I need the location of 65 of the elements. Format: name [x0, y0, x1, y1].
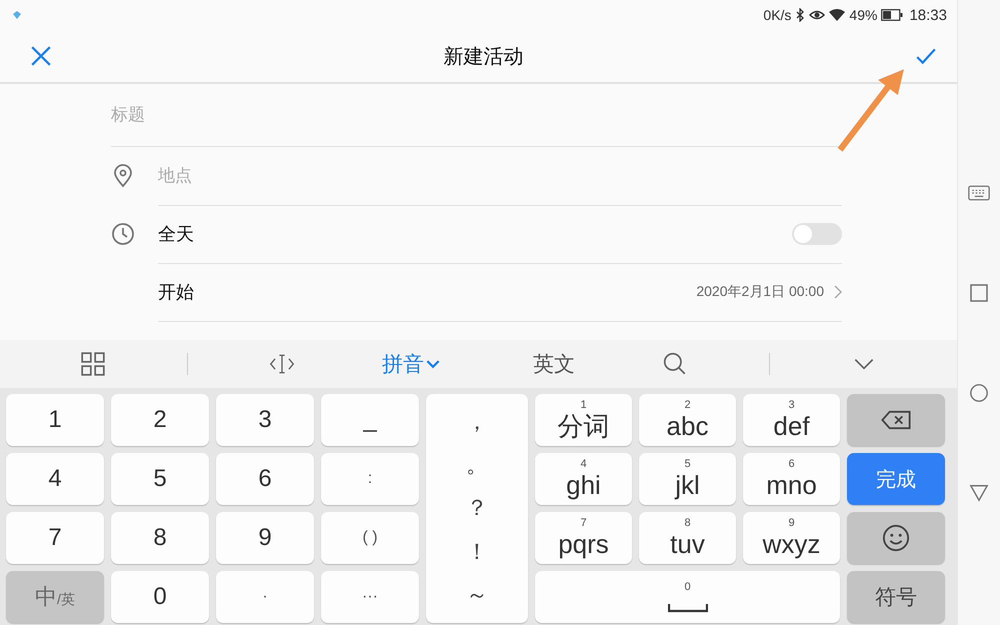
emoji-key[interactable]	[847, 512, 945, 564]
keyboard-key[interactable]: 1 分词	[535, 394, 632, 446]
space-bar-icon	[668, 602, 708, 612]
keyboard-key[interactable]: ·	[216, 571, 314, 623]
home-button[interactable]	[968, 382, 990, 402]
keyboard-key[interactable]: 9 wxyz	[743, 512, 840, 564]
keyboard-key[interactable]: 3 def	[743, 394, 840, 446]
bluetooth-icon	[795, 8, 806, 22]
punctuation-key[interactable]: ！	[456, 536, 498, 567]
punctuation-key[interactable]: ～	[456, 580, 498, 610]
clock-time: 18:33	[909, 6, 947, 24]
start-date-value[interactable]: 2020年2月1日 00:00	[696, 282, 824, 300]
keyboard-key[interactable]: 4	[6, 453, 104, 505]
location-field[interactable]: 地点	[158, 166, 378, 186]
keyboard-key[interactable]: ···	[321, 571, 419, 623]
keyboard-key[interactable]: 9	[216, 512, 314, 564]
keyboard-key[interactable]: 6 mno	[743, 453, 840, 505]
keyboard-key[interactable]: 0	[111, 571, 209, 623]
smiley-icon	[882, 524, 910, 552]
input-mode-tab[interactable]: 英文	[526, 349, 581, 379]
eye-icon	[809, 9, 826, 21]
symbols-key[interactable]: 符号	[847, 571, 945, 623]
all-day-label: 全天	[158, 222, 195, 246]
keyboard-key[interactable]: 5 jkl	[639, 453, 736, 505]
keyboard-key[interactable]: 8 tuv	[639, 512, 736, 564]
page-title: 新建活动	[444, 44, 524, 70]
keyboard-key[interactable]: ( )	[321, 512, 419, 564]
keyboard-key[interactable]: 7 pqrs	[535, 512, 632, 564]
keyboard-icon[interactable]	[968, 182, 990, 202]
all-day-toggle[interactable]	[792, 222, 842, 244]
keyboard-key[interactable]: 8	[111, 512, 209, 564]
keyboard-key[interactable]: 2	[111, 394, 209, 446]
location-pin-icon	[111, 164, 135, 188]
keyboard-key[interactable]: _	[321, 394, 419, 446]
battery-percent: 49%	[849, 7, 878, 23]
punctuation-key[interactable]: ？	[456, 493, 498, 524]
recents-button[interactable]	[968, 282, 990, 302]
done-key[interactable]: 完成	[847, 453, 945, 505]
search-icon[interactable]	[662, 351, 688, 377]
space-key[interactable]: 0	[535, 571, 840, 623]
battery-icon	[881, 9, 904, 21]
back-button[interactable]	[968, 482, 990, 502]
clock-icon	[111, 222, 135, 246]
keyboard-key[interactable]: 1	[6, 394, 104, 446]
keyboard-key[interactable]: :	[321, 453, 419, 505]
backspace-key[interactable]	[847, 394, 945, 446]
backspace-icon	[880, 410, 912, 430]
app-notification-icon	[12, 10, 22, 20]
input-mode-tab[interactable]: 拼音	[376, 349, 446, 379]
keyboard-key[interactable]: 6	[216, 453, 314, 505]
network-speed: 0K/s	[763, 7, 792, 23]
dropdown-caret-icon	[426, 360, 440, 368]
chevron-right-icon	[834, 284, 842, 298]
close-button[interactable]	[30, 45, 52, 67]
punctuation-key[interactable]: ，	[456, 406, 498, 437]
title-field[interactable]: 标题	[111, 105, 331, 125]
keyboard-key[interactable]: 3	[216, 394, 314, 446]
keyboard-key[interactable]: 4 ghi	[535, 453, 632, 505]
wifi-icon	[829, 9, 846, 21]
punctuation-key[interactable]: 。	[456, 450, 498, 480]
keyboard-key[interactable]: 5	[111, 453, 209, 505]
start-label: 开始	[158, 280, 195, 304]
keyboard-key[interactable]: 7	[6, 512, 104, 564]
keyboard-key[interactable]: 2 abc	[639, 394, 736, 446]
grid-icon[interactable]	[80, 351, 106, 377]
